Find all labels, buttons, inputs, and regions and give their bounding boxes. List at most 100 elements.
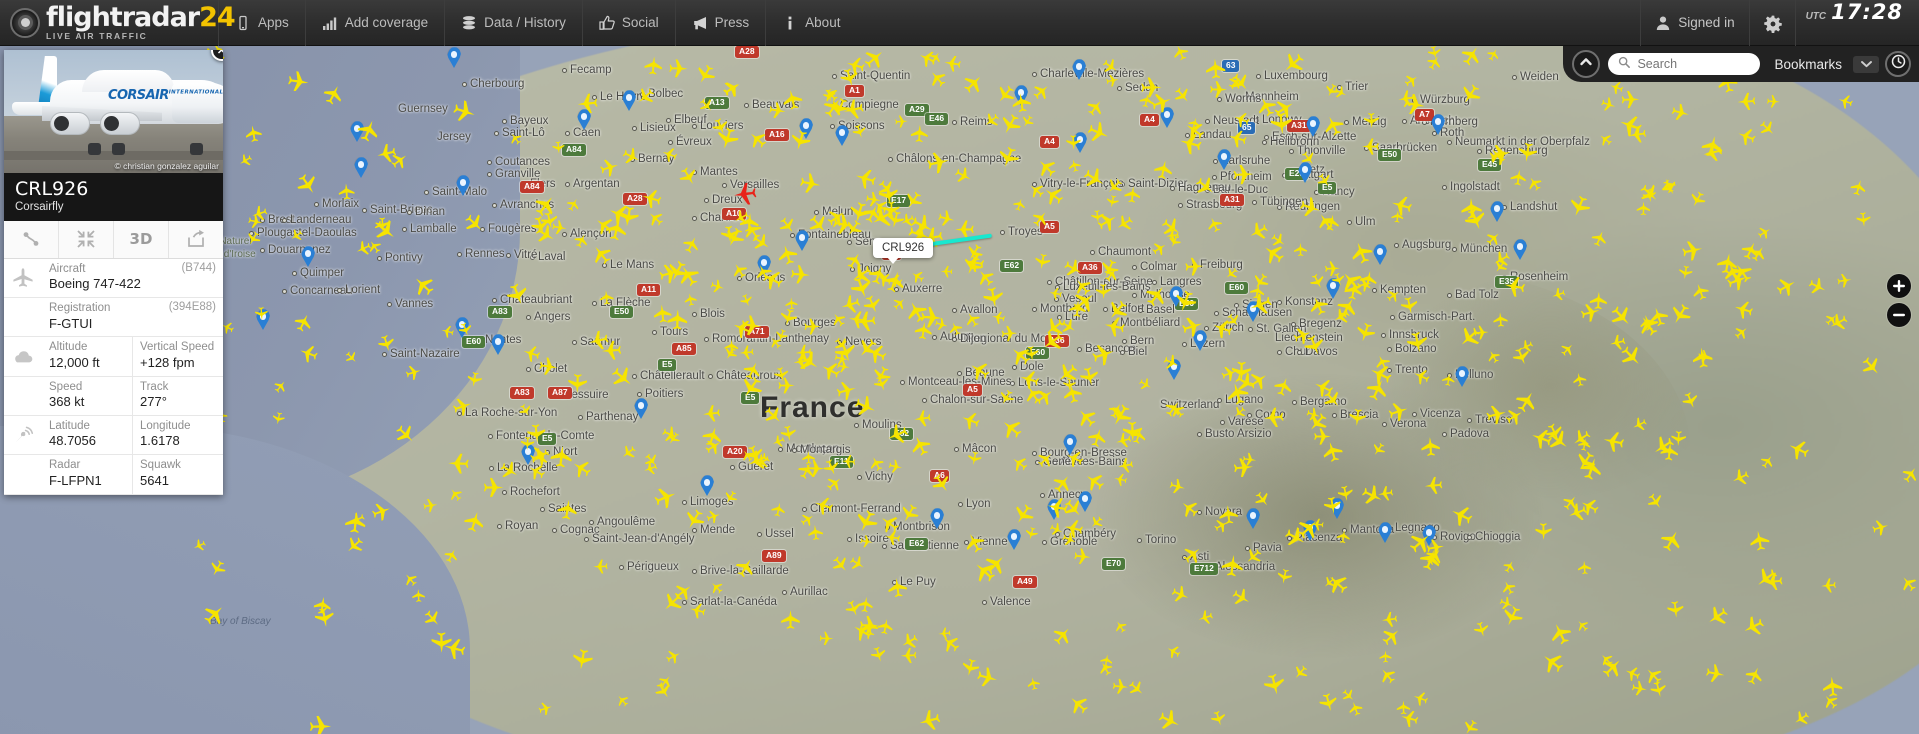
- data-cell: Track 277°: [132, 376, 223, 415]
- nav-label: Apps: [258, 15, 289, 30]
- aircraft-landing-gear-1: [88, 143, 101, 155]
- header-right-group: Signed in UTC 17:28: [1640, 0, 1919, 46]
- clock-icon: [1891, 54, 1906, 74]
- nav-item-add-coverage[interactable]: Add coverage: [304, 0, 444, 46]
- megaphone-icon: [692, 15, 708, 31]
- nav-item-about[interactable]: About: [765, 0, 856, 46]
- collapse-header-button[interactable]: [1572, 50, 1601, 78]
- livery-name: CORSAIR: [108, 88, 169, 103]
- 3d-view-button[interactable]: 3D: [114, 220, 169, 258]
- logo-text: flightradar24 LIVE AIR TRAFFIC: [46, 2, 236, 42]
- flight-data-table: Aircraft Boeing 747-422 (B744) Registration…: [4, 259, 223, 495]
- table-row: Registration F-GTUI (394E88): [4, 298, 223, 338]
- flight-trail: [928, 233, 992, 248]
- aircraft-livery-text: CORSAIRINTERNATIONAL: [108, 88, 223, 103]
- data-cell-value: 12,000 ft: [49, 354, 100, 370]
- nav-label: Press: [714, 15, 750, 30]
- selected-flight-label[interactable]: CRL926: [873, 238, 934, 264]
- data-cell: Longitude 1.6178: [132, 416, 223, 455]
- bookmarks-dropdown-toggle[interactable]: [1853, 55, 1879, 73]
- data-cell-key: Track: [140, 380, 169, 393]
- settings-button[interactable]: [1748, 0, 1795, 46]
- nav-label: About: [805, 15, 841, 30]
- data-cell-value: F-LFPN1: [49, 472, 102, 488]
- flight-callsign: CRL926: [15, 178, 89, 200]
- livery-sub: INTERNATIONAL: [168, 89, 223, 96]
- nav-item-press[interactable]: Press: [674, 0, 766, 46]
- share-icon[interactable]: [169, 221, 223, 258]
- data-cell: Vertical Speed +128 fpm: [132, 337, 223, 376]
- app-header: flightradar24 LIVE AIR TRAFFIC Apps Add …: [0, 0, 1919, 46]
- bookmarks-button[interactable]: Bookmarks: [1760, 57, 1853, 72]
- gear-icon: [1764, 15, 1782, 33]
- table-row: Radar F-LFPN1 Squawk 5641: [4, 455, 223, 495]
- clock-zone: UTC: [1805, 10, 1827, 22]
- nav-item-data-history[interactable]: Data / History: [444, 0, 582, 46]
- flight-airline: Corsairfly: [15, 200, 64, 213]
- search-input[interactable]: [1637, 57, 1743, 71]
- signed-in-button[interactable]: Signed in: [1640, 0, 1748, 46]
- clock-time: 17:28: [1831, 0, 1903, 24]
- search-icon: [1618, 55, 1631, 73]
- logo-word: flightradar: [46, 2, 200, 34]
- map-toolbar: Bookmarks: [1563, 46, 1919, 82]
- aircraft-photo: CORSAIRINTERNATIONAL © christian gonzale…: [4, 50, 223, 173]
- table-row: Speed 368 kt Track 277°: [4, 376, 223, 416]
- data-cell: Registration F-GTUI (394E88): [42, 298, 223, 336]
- data-cell-key: Radar: [49, 459, 81, 472]
- data-cell-value: Boeing 747-422: [49, 276, 141, 292]
- photo-credit: © christian gonzalez aguilar: [114, 161, 219, 171]
- search-box[interactable]: [1608, 53, 1761, 75]
- data-cell-value: 48.7056: [49, 433, 96, 449]
- data-cell: Aircraft Boeing 747-422 (B744): [42, 259, 223, 297]
- row-cells: Altitude 12,000 ft Vertical Speed +128 fpm: [42, 337, 223, 376]
- data-cell-key: Squawk: [140, 459, 181, 472]
- data-cell: Squawk 5641: [132, 455, 223, 494]
- panel-toolbar: 3D: [4, 220, 223, 259]
- data-cell-key: Speed: [49, 380, 83, 393]
- row-cells: Aircraft Boeing 747-422 (B744): [42, 259, 223, 297]
- row-icon-spacer: [4, 455, 42, 493]
- data-cell-value: 277°: [140, 394, 167, 410]
- row-icon-spacer: [4, 298, 42, 336]
- table-row: Aircraft Boeing 747-422 (B744): [4, 259, 223, 299]
- playback-button[interactable]: [1885, 51, 1911, 77]
- data-cell-key: Longitude: [140, 420, 191, 432]
- signed-in-label: Signed in: [1678, 15, 1735, 30]
- data-cell: Speed 368 kt: [42, 377, 132, 415]
- airplane-icon: [4, 259, 42, 297]
- utc-clock: UTC 17:28: [1794, 0, 1919, 46]
- thumbs-up-icon: [599, 15, 615, 31]
- logo-accent: 24: [199, 2, 236, 34]
- zoom-controls: [1887, 274, 1911, 332]
- route-icon[interactable]: [4, 220, 59, 258]
- row-cells: Radar F-LFPN1 Squawk 5641: [42, 455, 223, 494]
- info-icon: [782, 15, 798, 31]
- chevron-up-icon: [1579, 55, 1593, 74]
- nav-item-social[interactable]: Social: [581, 0, 675, 46]
- aircraft-nose-gear: [190, 143, 203, 155]
- landmass-alpine: [990, 266, 1690, 726]
- row-icon-spacer: [4, 377, 42, 415]
- nav-label: Data / History: [484, 15, 566, 30]
- zoom-out-button[interactable]: [1887, 303, 1911, 327]
- zoom-in-button[interactable]: [1887, 274, 1911, 298]
- data-cell: Altitude 12,000 ft: [42, 337, 132, 375]
- aircraft-engine-1: [50, 112, 90, 135]
- logo-tagline: LIVE AIR TRAFFIC: [46, 31, 148, 42]
- data-cell-key: Latitude: [49, 420, 90, 432]
- fit-to-screen-icon[interactable]: [59, 220, 114, 258]
- flight-title: CRL926 Corsairfly: [4, 173, 223, 221]
- table-row: Altitude 12,000 ft Vertical Speed +128 fpm: [4, 337, 223, 377]
- table-row: Latitude 48.7056 Longitude 1.6178: [4, 416, 223, 456]
- radar-logo-icon: [10, 7, 40, 38]
- brand-logo[interactable]: flightradar24 LIVE AIR TRAFFIC: [0, 0, 236, 46]
- user-icon: [1655, 15, 1671, 31]
- data-cell-note: (394E88): [168, 301, 216, 314]
- radar-icon: [4, 416, 42, 454]
- map-canvas[interactable]: Guernsey Jersey Cherbourg Le Havre Fecamp Bol…: [0, 46, 1919, 734]
- phone-icon: [235, 15, 251, 31]
- database-icon: [461, 15, 477, 31]
- aircraft-landing-gear-2: [112, 143, 125, 155]
- row-cells: Registration F-GTUI (394E88): [42, 298, 223, 336]
